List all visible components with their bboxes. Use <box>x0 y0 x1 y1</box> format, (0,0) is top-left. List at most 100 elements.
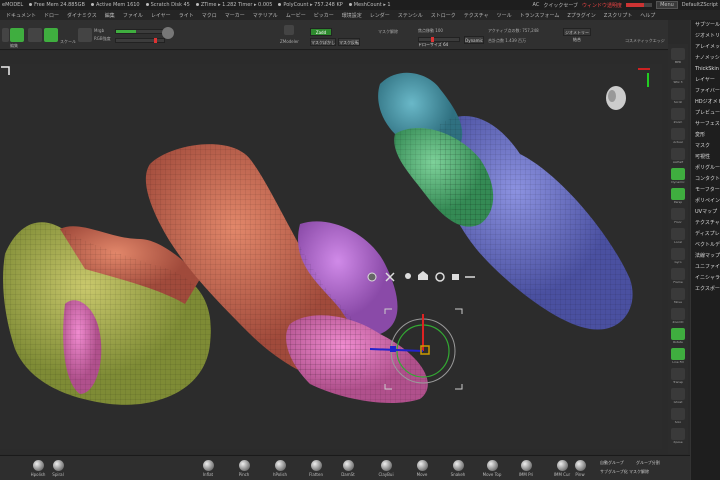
rotate-button[interactable] <box>78 28 92 42</box>
palette-item[interactable]: 法線マップ <box>691 251 720 262</box>
right-tool-button[interactable] <box>671 68 685 80</box>
geometry-merge-button[interactable]: ジオメトリー結合 <box>563 28 591 42</box>
gear-icon[interactable] <box>367 272 377 282</box>
palette-item[interactable]: ベクトルディスプレイスメント <box>691 240 720 251</box>
palette-item[interactable]: ポリグループ <box>691 163 720 174</box>
rgb-intensity-slider[interactable] <box>115 29 165 34</box>
palette-item[interactable]: サブツール <box>691 20 720 31</box>
menu-item[interactable]: 編集 <box>105 12 115 19</box>
menu-item[interactable]: ドキュメント <box>6 12 36 19</box>
menu-item[interactable]: ムービー <box>286 12 306 19</box>
menu-item[interactable]: マーカー <box>225 12 245 19</box>
zmodeler-icon[interactable] <box>284 25 294 35</box>
palette-item[interactable]: ディスプレイスメント <box>691 229 720 240</box>
quicksave-button[interactable]: クイックセーブ <box>543 2 578 9</box>
menu-item[interactable]: ドロー <box>44 12 59 19</box>
palette-item[interactable]: ジオメトリ <box>691 31 720 42</box>
mrgb-label[interactable]: Mrgb <box>94 28 104 33</box>
right-tool-button[interactable] <box>671 108 685 120</box>
menu-item[interactable]: テクスチャ <box>464 12 489 19</box>
menu-item[interactable]: ヘルプ <box>640 12 655 19</box>
auto-group-button[interactable]: 自動グループ <box>600 460 624 467</box>
right-tool-button[interactable] <box>671 168 685 180</box>
right-tool-button[interactable] <box>671 388 685 400</box>
palette-item[interactable]: UVマップ <box>691 207 720 218</box>
right-tool-button[interactable] <box>671 268 685 280</box>
palette-item[interactable]: ナノメッシュ <box>691 53 720 64</box>
group-split-button[interactable]: グループ分割 <box>636 460 660 467</box>
group-unmask-button[interactable]: サブグループ化 マスク解除 <box>600 469 649 476</box>
menu-item[interactable]: トランスフォーム <box>520 12 560 19</box>
mask-invert-button[interactable]: マスク反転 <box>338 38 360 46</box>
transparency-slider[interactable] <box>626 3 653 7</box>
edit-button[interactable] <box>10 28 24 42</box>
brush-button[interactable]: ClayBui <box>371 460 401 477</box>
menu-item[interactable]: ピッカー <box>314 12 334 19</box>
right-tool-button[interactable] <box>671 48 685 60</box>
right-tool-button[interactable] <box>671 208 685 220</box>
menu-item[interactable]: マテリアル <box>253 12 278 19</box>
palette-item[interactable]: プレビュー <box>691 108 720 119</box>
palette-item[interactable]: ファイバーメッシュ <box>691 86 720 97</box>
draw-button[interactable] <box>28 28 42 42</box>
palette-item[interactable]: HDジオメトリ <box>691 97 720 108</box>
palette-item[interactable]: 可視性 <box>691 152 720 163</box>
palette-item[interactable]: コンタクト <box>691 174 720 185</box>
brush-button[interactable]: Spiral <box>43 460 73 477</box>
menu-item[interactable]: レイヤー <box>151 12 171 19</box>
pin-icon[interactable] <box>405 273 411 279</box>
z-intensity-slider[interactable] <box>115 38 165 43</box>
right-tool-button[interactable] <box>671 368 685 380</box>
brush-button[interactable]: Flatten <box>301 460 331 477</box>
brush-button[interactable]: Pinch <box>229 460 259 477</box>
menu-item[interactable]: Zスクリプト <box>604 12 632 19</box>
brush-button[interactable]: Pinw <box>565 460 595 477</box>
menu-item[interactable]: マクロ <box>202 12 217 19</box>
right-tool-button[interactable] <box>671 228 685 240</box>
brush-button[interactable]: DamSt <box>333 460 363 477</box>
right-tool-button[interactable] <box>671 188 685 200</box>
palette-item[interactable]: イニシャライズ <box>691 273 720 284</box>
brush-button[interactable]: hPolish <box>265 460 295 477</box>
unmask-label[interactable]: マスク解除 <box>378 29 398 35</box>
palette-item[interactable]: レイヤー <box>691 75 720 86</box>
right-tool-button[interactable] <box>671 128 685 140</box>
right-tool-button[interactable] <box>671 348 685 360</box>
default-script-button[interactable]: DefaultZScript <box>682 2 718 8</box>
dynamic-button[interactable]: Dynamic <box>464 36 484 44</box>
menu-item[interactable]: ツール <box>497 12 512 19</box>
menu-item[interactable]: 環境設定 <box>342 12 362 19</box>
ac-button[interactable]: AC <box>533 2 540 8</box>
palette-item[interactable]: エクスポート <box>691 284 720 295</box>
navigation-head-icon[interactable] <box>598 65 658 125</box>
menu-item[interactable]: ファイル <box>123 12 143 19</box>
menu-item[interactable]: ダイナミクス <box>67 12 97 19</box>
palette-item[interactable]: モーフターゲット <box>691 185 720 196</box>
palette-item[interactable]: サーフェス <box>691 119 720 130</box>
mask-blur-button[interactable]: マスクぼかし <box>310 38 336 46</box>
menu-item[interactable]: ステンシル <box>398 12 423 19</box>
palette-item[interactable]: ユニファイドスキン <box>691 262 720 273</box>
menu-item[interactable]: ライト <box>179 12 194 19</box>
palette-item[interactable]: ThickSkin <box>691 64 720 75</box>
palette-item[interactable]: マスク <box>691 141 720 152</box>
menu-item[interactable]: Zプラグイン <box>567 12 595 19</box>
menu-item[interactable]: レンダー <box>370 12 390 19</box>
canvas[interactable] <box>0 64 662 449</box>
brush-button[interactable]: Move <box>407 460 437 477</box>
brush-button[interactable]: IMM Pri <box>511 460 541 477</box>
home-icon[interactable] <box>418 271 428 280</box>
palette-item[interactable]: アレイメッシュ <box>691 42 720 53</box>
right-tool-button[interactable] <box>671 88 685 100</box>
right-tool-button[interactable] <box>671 248 685 260</box>
menu-button[interactable]: Menu <box>656 1 678 9</box>
right-tool-button[interactable] <box>671 408 685 420</box>
lightbox-icon[interactable] <box>2 28 9 42</box>
right-tool-button[interactable] <box>671 148 685 160</box>
palette-item[interactable]: 変形 <box>691 130 720 141</box>
right-tool-button[interactable] <box>671 328 685 340</box>
right-tool-button[interactable] <box>671 308 685 320</box>
brush-button[interactable]: Snakeh <box>443 460 473 477</box>
palette-item[interactable]: ポリペイント <box>691 196 720 207</box>
rotate-icon[interactable] <box>435 272 445 282</box>
